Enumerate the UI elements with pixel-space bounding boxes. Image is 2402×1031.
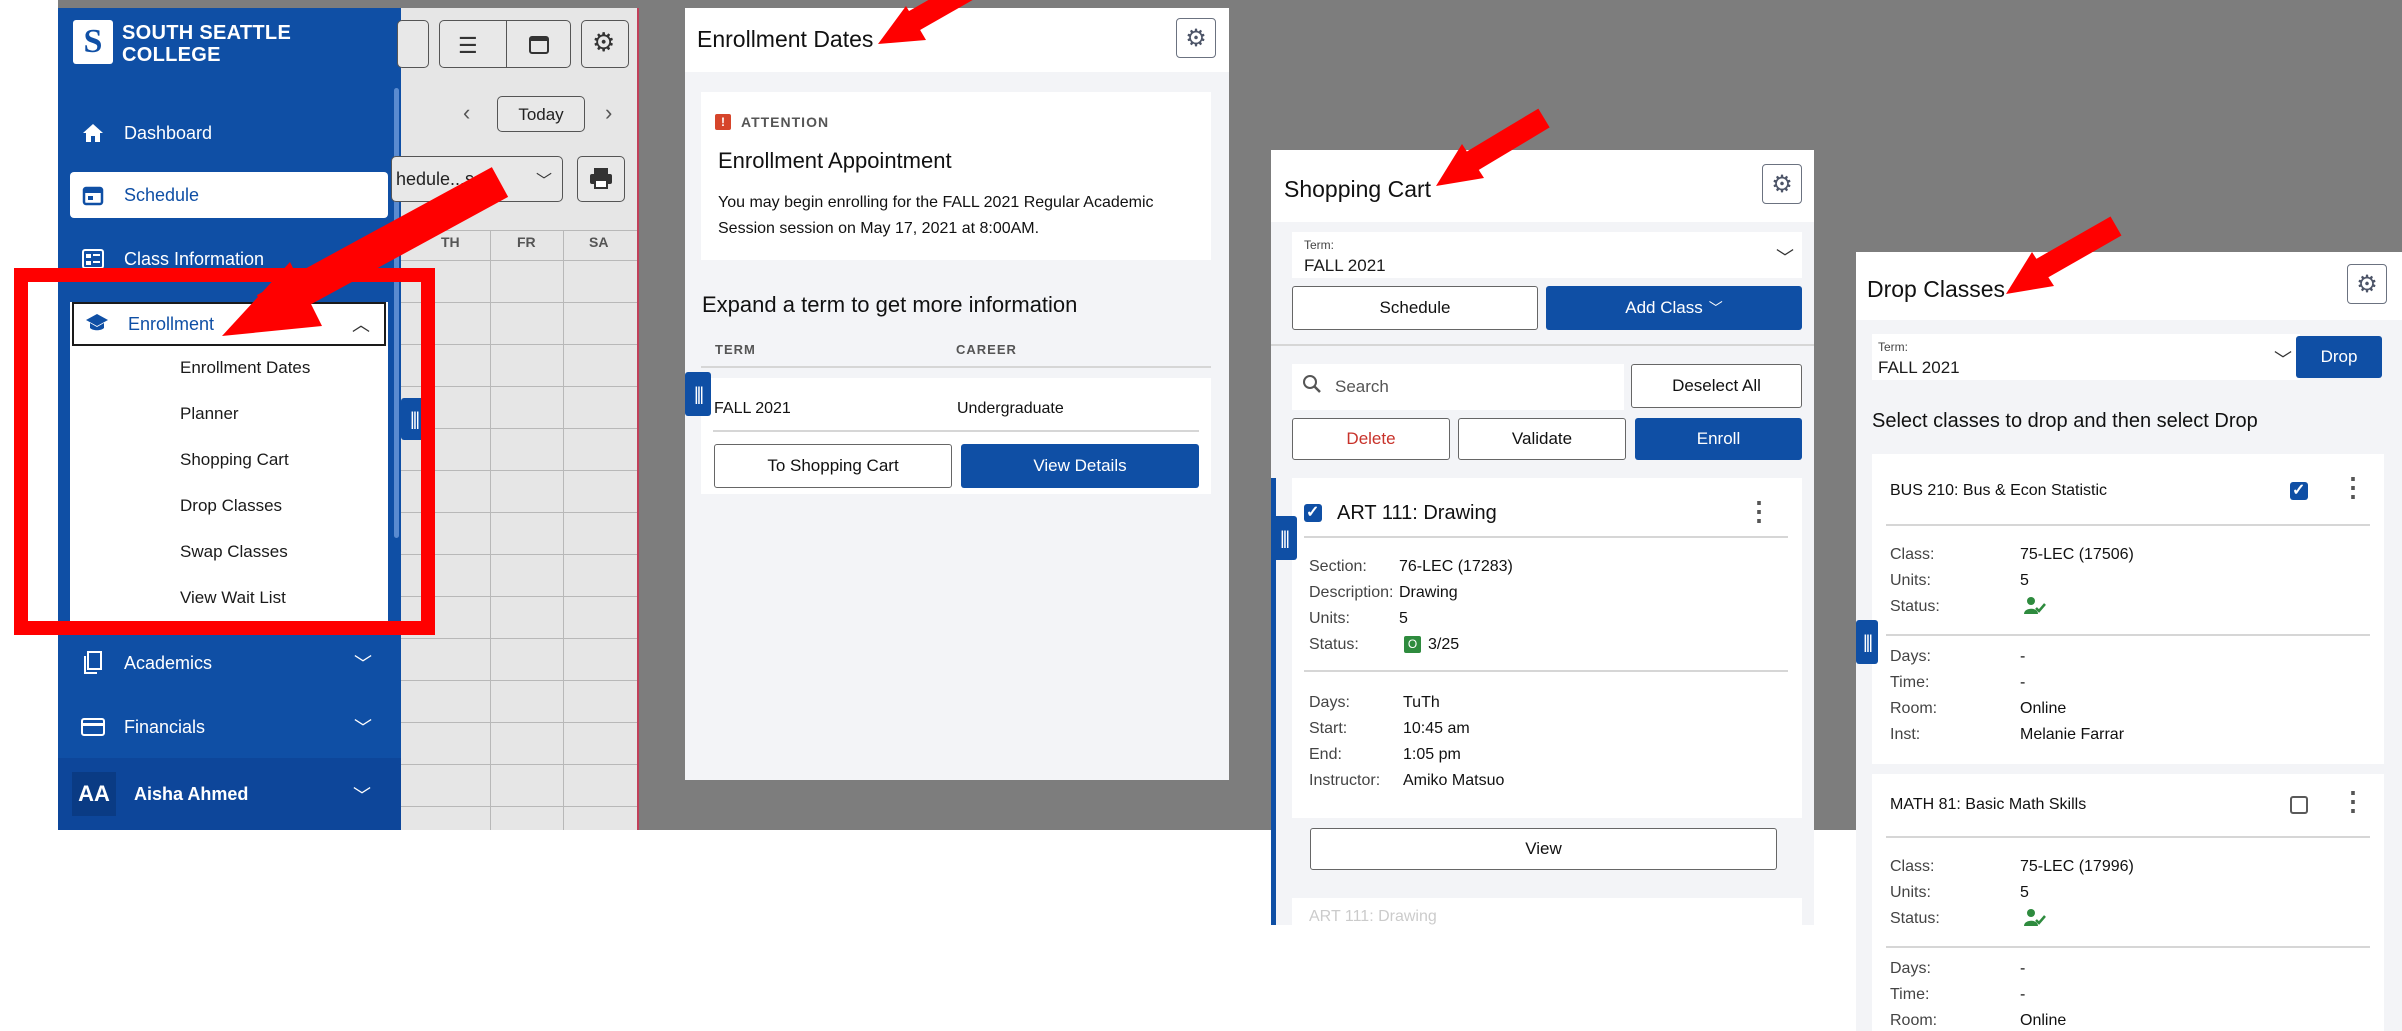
annotation-arrows	[222, 0, 2122, 336]
arrow-to-enrollment-dates-title	[878, 0, 973, 44]
arrow-to-enrollment	[222, 167, 509, 336]
arrow-to-shopping-cart-title	[1436, 108, 1550, 186]
arrow-to-drop-classes-title	[2006, 216, 2122, 294]
